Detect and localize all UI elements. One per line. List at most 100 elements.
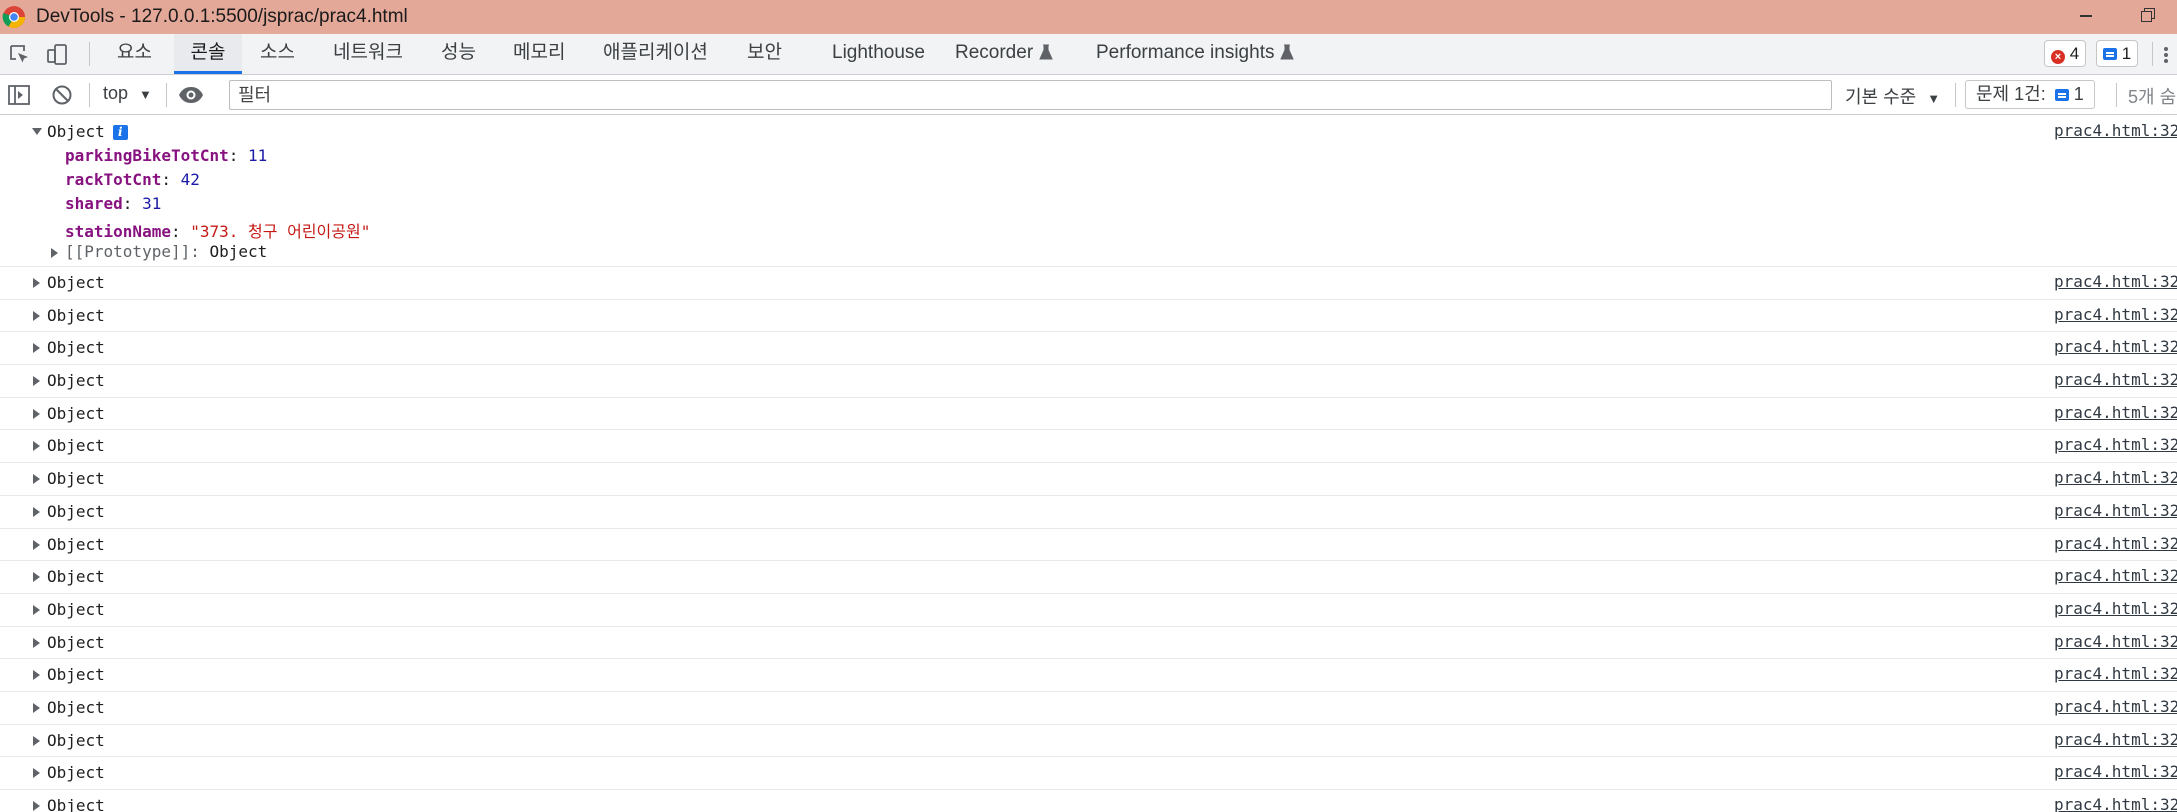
source-link[interactable]: prac4.html:32 [2054,337,2177,356]
object-label: Object [47,371,105,391]
object-label: Object [47,599,105,619]
object-label: Object [47,403,105,423]
hidden-messages-count: 5개 숨 [2128,87,2177,107]
console-entry[interactable]: Object prac4.html:32 [0,659,2177,692]
expand-triangle-icon[interactable] [33,343,40,354]
source-link[interactable]: prac4.html:32 [2054,435,2177,454]
source-link[interactable]: prac4.html:32 [2054,403,2177,422]
context-selector[interactable]: top ▼ [103,83,152,104]
source-link[interactable]: prac4.html:32 [2054,121,2177,140]
expand-triangle-icon[interactable] [33,441,40,452]
console-entry[interactable]: Object prac4.html:32 [0,463,2177,496]
message-count-badge[interactable]: 1 [2096,40,2139,67]
tab-application[interactable]: 애플리케이션 [601,34,710,74]
expand-triangle-icon[interactable] [33,408,40,419]
expand-triangle-icon[interactable] [33,539,40,550]
info-icon[interactable]: i [112,125,128,140]
tab-lighthouse[interactable]: Lighthouse [830,34,927,74]
expand-triangle-icon[interactable] [33,474,40,485]
source-link[interactable]: prac4.html:32 [2054,468,2177,487]
expand-triangle-icon[interactable] [33,801,40,811]
source-link[interactable]: prac4.html:32 [2054,534,2177,553]
source-link[interactable]: prac4.html:32 [2054,501,2177,520]
console-entry[interactable]: Object prac4.html:32 [0,332,2177,366]
issues-button[interactable]: 문제 1건: 1 [1965,80,2095,109]
tab-sources[interactable]: 소스 [258,34,297,74]
object-property: parkingBikeTotCnt: 11 [65,146,268,165]
collapse-triangle-icon[interactable] [32,128,42,135]
source-link[interactable]: prac4.html:32 [2054,305,2177,324]
console-entry[interactable]: Object prac4.html:32 [0,267,2177,300]
tab-performance[interactable]: 성능 [439,34,478,74]
expand-triangle-icon[interactable] [33,604,40,615]
source-link[interactable]: prac4.html:32 [2054,370,2177,389]
source-link[interactable]: prac4.html:32 [2054,599,2177,618]
expand-triangle-icon[interactable] [51,248,58,258]
flask-icon [1039,44,1053,60]
object-label: Object [47,730,105,750]
console-entry[interactable]: Object prac4.html:32 [0,365,2177,398]
expand-triangle-icon[interactable] [33,310,40,321]
live-expression-eye-icon[interactable] [178,83,204,107]
restore-button[interactable] [2138,4,2160,26]
console-entry[interactable]: Object prac4.html:32 [0,594,2177,627]
tab-console[interactable]: 콘솔 [174,34,242,74]
console-entry-expanded[interactable]: Object i prac4.html:32 parkingBikeTotCnt:… [0,115,2177,267]
log-levels-dropdown[interactable]: 기본 수준 ▼ [1845,83,1940,109]
prototype-property[interactable]: [[Prototype]]: Object [65,242,267,261]
tab-security[interactable]: 보안 [745,34,784,74]
expand-triangle-icon[interactable] [33,735,40,746]
source-link[interactable]: prac4.html:32 [2054,566,2177,585]
expand-triangle-icon[interactable] [33,572,40,583]
expand-triangle-icon[interactable] [33,506,40,517]
console-entry[interactable]: Object prac4.html:32 [0,757,2177,790]
device-toolbar-icon[interactable] [45,43,69,67]
console-entry[interactable]: Object prac4.html:32 [0,725,2177,758]
console-entry[interactable]: Object prac4.html:32 [0,627,2177,660]
expand-triangle-icon[interactable] [33,670,40,681]
expand-triangle-icon[interactable] [33,702,40,713]
source-link[interactable]: prac4.html:32 [2054,272,2177,291]
flask-icon [1280,44,1295,60]
source-link[interactable]: prac4.html:32 [2054,664,2177,683]
tab-performance-insights[interactable]: Performance insights [1094,34,1296,74]
issue-icon [2054,89,2069,101]
minimize-button[interactable] [2075,4,2097,26]
console-rows: Object prac4.html:32 Object prac4.html:32 Ob… [0,267,2177,812]
console-entry[interactable]: Object prac4.html:32 [0,496,2177,529]
expand-triangle-icon[interactable] [33,376,40,387]
console-entry[interactable]: Object prac4.html:32 [0,790,2177,812]
inspect-element-icon[interactable] [8,43,32,67]
chrome-logo-icon [2,6,25,28]
chevron-down-icon: ▼ [139,87,152,102]
toolbar-divider [2116,83,2117,107]
more-options-icon[interactable] [2160,43,2172,67]
tab-elements[interactable]: 요소 [115,34,154,74]
console-entry[interactable]: Object prac4.html:32 [0,529,2177,562]
error-count-badge[interactable]: × 4 [2044,40,2087,67]
property-value: 31 [142,194,162,213]
console-entry[interactable]: Object prac4.html:32 [0,561,2177,594]
console-entry[interactable]: Object prac4.html:32 [0,692,2177,725]
object-label-group: Object i [47,122,128,141]
expand-triangle-icon[interactable] [33,278,40,288]
clear-console-icon[interactable] [50,83,74,107]
source-link[interactable]: prac4.html:32 [2054,795,2177,812]
expand-triangle-icon[interactable] [33,768,40,779]
tab-recorder[interactable]: Recorder [953,34,1055,74]
console-entry[interactable]: Object prac4.html:32 [0,300,2177,333]
source-link[interactable]: prac4.html:32 [2054,632,2177,651]
source-link[interactable]: prac4.html:32 [2054,697,2177,716]
object-label: Object [47,338,105,358]
console-entry[interactable]: Object prac4.html:32 [0,430,2177,464]
tab-memory[interactable]: 메모리 [511,34,567,74]
sidebar-toggle-icon[interactable] [7,83,31,107]
source-link[interactable]: prac4.html:32 [2054,762,2177,781]
source-link[interactable]: prac4.html:32 [2054,730,2177,749]
prototype-key: [[Prototype]] [65,242,191,261]
filter-input[interactable] [230,81,1831,109]
tab-network[interactable]: 네트워크 [331,34,405,74]
expand-triangle-icon[interactable] [33,637,40,648]
property-value: "373. 청구 어린이공원" [190,222,371,241]
console-entry[interactable]: Object prac4.html:32 [0,398,2177,431]
